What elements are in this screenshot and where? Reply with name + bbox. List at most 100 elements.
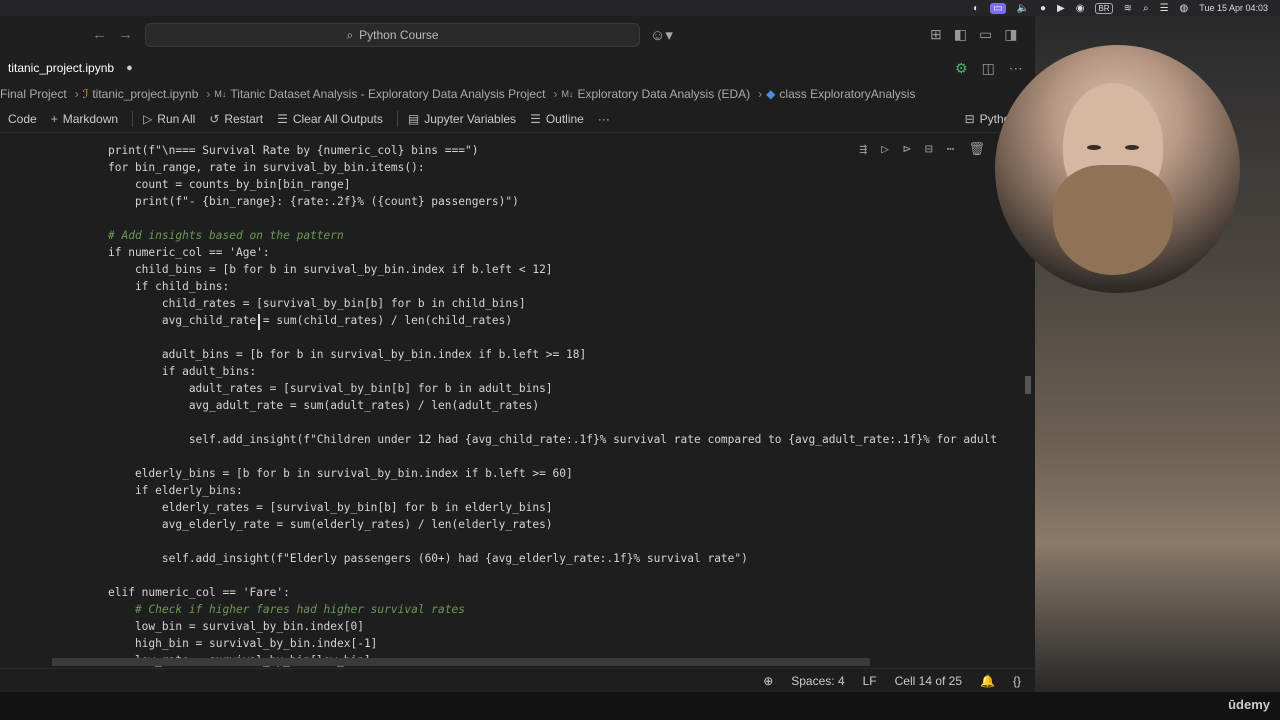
play-icon[interactable]: ▶ <box>1057 3 1065 14</box>
status-bar: ⊕ Spaces: 4 LF Cell 14 of 25 🔔 {} <box>0 668 1035 692</box>
run-all-icon: ▷ <box>143 112 153 126</box>
code-cell[interactable]: ⇶ ▷ ⊳ ⊟ ⋯ 🗑 print(f"\n=== Survival Rate … <box>0 142 1035 672</box>
tab-titanic-project[interactable]: titanic_project.ipynb ● <box>0 54 141 82</box>
bell-icon[interactable]: 🔔 <box>980 674 995 688</box>
breadcrumb: Final Project › ℐ titanic_project.ipynb … <box>0 82 1035 106</box>
presenter-eye <box>1125 145 1139 150</box>
add-markdown-cell-button[interactable]: + Markdown <box>51 112 118 126</box>
code-line: if child_bins: <box>108 280 230 293</box>
sliders-icon[interactable]: ☰ <box>1160 3 1169 14</box>
search-icon[interactable]: ⌕ <box>1143 3 1149 14</box>
trash-icon[interactable]: 🗑 <box>968 142 985 157</box>
toggle-secondary-sidebar-icon[interactable]: ◨ <box>1004 26 1017 43</box>
clear-outputs-button[interactable]: ☰ Clear All Outputs <box>277 112 383 126</box>
split-cell-icon[interactable]: ⊟ <box>925 142 933 157</box>
markdown-icon: M↓ <box>561 89 574 99</box>
vertical-scrollbar[interactable] <box>1025 376 1031 394</box>
code-line: avg_child_rate = sum(child_rates) / len(… <box>108 314 513 327</box>
code-line: if adult_bins: <box>108 365 257 378</box>
bottom-strip <box>0 692 1280 720</box>
outline-label: Outline <box>545 112 584 126</box>
editor-actions: ⚙ ◫ ⋯ <box>955 60 1023 77</box>
breadcrumb-item-folder[interactable]: Final Project <box>0 87 67 101</box>
run-all-label: Run All <box>157 112 196 126</box>
clear-outputs-label: Clear All Outputs <box>292 112 383 126</box>
indentation-status[interactable]: Spaces: 4 <box>791 674 844 688</box>
layout-controls: ⊞ ◧ ▭ ◨ <box>930 26 1017 43</box>
braces-icon[interactable]: {} <box>1013 674 1021 688</box>
toggle-panel-icon[interactable]: ▭ <box>979 26 992 43</box>
breadcrumb-item-subsection[interactable]: Exploratory Data Analysis (EDA) <box>577 87 750 101</box>
execute-below-icon[interactable]: ⊳ <box>903 142 911 157</box>
vscode-window: ← → ⌕ Python Course ☺▾ ⊞ ◧ ▭ ◨ titanic_p… <box>0 16 1035 692</box>
run-by-line-icon[interactable]: ⇶ <box>859 142 867 157</box>
webcam-overlay <box>995 45 1240 293</box>
code-line: avg_elderly_rate = sum(elderly_rates) / … <box>108 518 553 531</box>
circle-icon[interactable]: ◉ <box>1076 3 1085 14</box>
code-line: for bin_range, rate in survival_by_bin.i… <box>108 161 425 174</box>
run-all-button[interactable]: ▷ Run All <box>143 112 195 126</box>
forward-arrow-icon[interactable]: → <box>118 26 133 43</box>
split-editor-icon[interactable]: ◫ <box>982 60 995 77</box>
screen-mirror-icon[interactable]: ▭ <box>990 2 1006 14</box>
code-line: high_bin = survival_by_bin.index[-1] <box>108 637 378 650</box>
breadcrumb-item-class[interactable]: class ExploratoryAnalysis <box>779 87 915 101</box>
code-line: self.add_insight(f"Children under 12 had… <box>108 433 998 446</box>
code-label: Code <box>8 112 37 126</box>
code-line: elderly_rates = [survival_by_bin[b] for … <box>108 501 553 514</box>
more-actions-button[interactable]: ··· <box>598 112 610 126</box>
control-center-icon[interactable]: ◐ <box>973 3 979 14</box>
breadcrumb-item-section[interactable]: Titanic Dataset Analysis - Exploratory D… <box>230 87 545 101</box>
presenter-beard <box>1053 165 1173 275</box>
cell-toolbar: ⇶ ▷ ⊳ ⊟ ⋯ 🗑 <box>859 142 985 157</box>
layout-panel-icon[interactable]: ⊞ <box>930 26 942 43</box>
horizontal-scrollbar[interactable] <box>52 658 870 666</box>
chevron-right-icon: › <box>758 87 763 101</box>
wifi-icon[interactable]: ≋ <box>1124 3 1132 14</box>
jupyter-variables-label: Jupyter Variables <box>424 112 517 126</box>
macos-menu-bar: ◐ ▭ 🔈 ● ▶ ◉ BR ≋ ⌕ ☰ ◍ Tue 15 Apr 04:03 <box>0 0 1280 16</box>
code-line: adult_rates = [survival_by_bin[b] for b … <box>108 382 553 395</box>
volume-icon[interactable]: 🔈 <box>1017 3 1029 14</box>
record-icon[interactable]: ● <box>1040 3 1046 14</box>
code-comment: # Check if higher fares had higher survi… <box>108 603 465 616</box>
eol-status[interactable]: LF <box>863 674 877 688</box>
text-cursor <box>258 314 260 330</box>
chevron-right-icon: › <box>206 87 211 101</box>
code-line: elderly_bins = [b for b in survival_by_b… <box>108 467 573 480</box>
udemy-watermark: ūdemy <box>1228 697 1270 712</box>
jupyter-file-icon: ℐ <box>82 87 89 101</box>
breadcrumb-item-file[interactable]: titanic_project.ipynb <box>92 87 198 101</box>
more-icon[interactable]: ⋯ <box>947 142 955 157</box>
outline-button[interactable]: ☰ Outline <box>530 112 584 126</box>
modified-indicator[interactable]: ● <box>126 62 133 74</box>
code-line: if numeric_col == 'Age': <box>108 246 270 259</box>
code-line: child_rates = [survival_by_bin[b] for b … <box>108 297 526 310</box>
code-comment: # Add insights based on the pattern <box>108 229 344 242</box>
more-icon[interactable]: ⋯ <box>1009 60 1023 77</box>
chevron-right-icon: › <box>553 87 558 101</box>
command-center[interactable]: ⌕ Python Course <box>145 23 640 47</box>
toolbar-divider <box>132 111 134 127</box>
cell-position-status[interactable]: Cell 14 of 25 <box>895 674 962 688</box>
gear-icon[interactable]: ⚙ <box>955 60 968 77</box>
siri-icon[interactable]: ◍ <box>1180 3 1189 14</box>
code-line: low_bin = survival_by_bin.index[0] <box>108 620 364 633</box>
toggle-sidebar-icon[interactable]: ◧ <box>954 26 967 43</box>
execute-above-icon[interactable]: ▷ <box>881 142 889 157</box>
add-code-cell-button[interactable]: Code <box>8 112 37 126</box>
input-source[interactable]: BR <box>1095 2 1113 14</box>
menubar-datetime[interactable]: Tue 15 Apr 04:03 <box>1199 3 1268 13</box>
code-line: if elderly_bins: <box>108 484 243 497</box>
code-line: avg_adult_rate = sum(adult_rates) / len(… <box>108 399 540 412</box>
markdown-icon: M↓ <box>214 89 227 99</box>
kernel-icon: ⊟ <box>964 112 975 126</box>
copilot-icon[interactable]: ☺▾ <box>650 26 673 44</box>
restart-button[interactable]: ↺ Restart <box>209 112 263 126</box>
notebook-toolbar: Code + Markdown ▷ Run All ↺ Restart ☰ Cl… <box>0 106 1035 133</box>
zoom-icon[interactable]: ⊕ <box>763 674 773 688</box>
command-center-label: Python Course <box>359 28 439 42</box>
back-arrow-icon[interactable]: ← <box>92 26 107 43</box>
jupyter-variables-button[interactable]: ▤ Jupyter Variables <box>408 112 516 126</box>
tab-label: titanic_project.ipynb <box>8 61 115 75</box>
